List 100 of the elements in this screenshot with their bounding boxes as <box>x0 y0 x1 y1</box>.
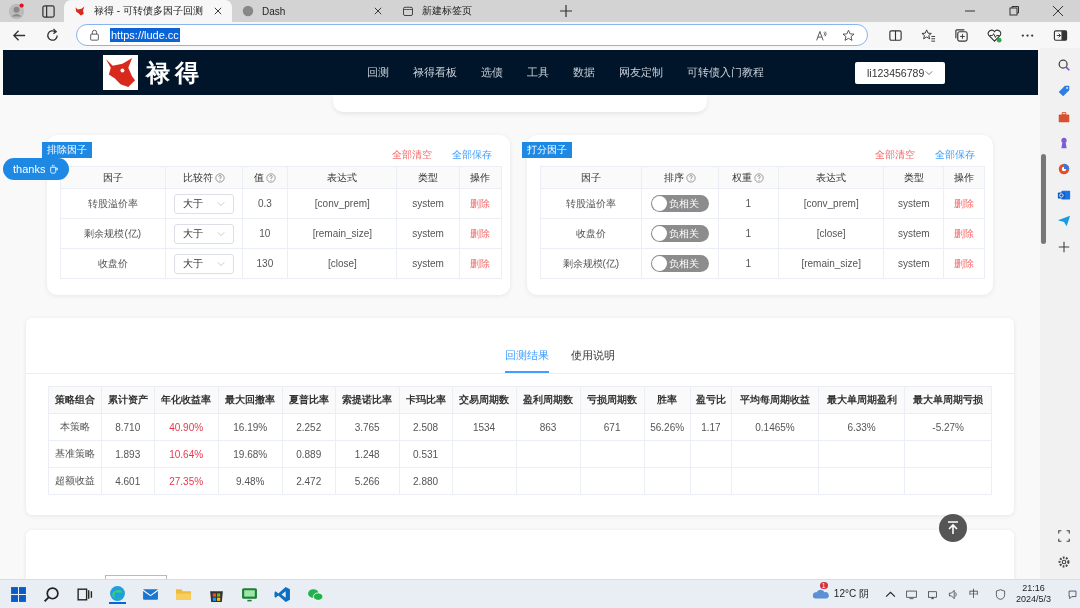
section-tag: 排除因子 <box>42 142 92 158</box>
table-cell: 2.880 <box>399 467 452 495</box>
add-icon[interactable] <box>1057 240 1071 254</box>
settings-icon[interactable] <box>1057 555 1071 569</box>
task-view-icon[interactable] <box>76 585 93 603</box>
collections-icon[interactable] <box>954 27 969 43</box>
user-dropdown[interactable]: li123456789 <box>855 61 945 84</box>
column-header: 类型 <box>883 166 944 189</box>
table-cell: [remain_size] <box>287 218 397 249</box>
nav-link[interactable]: 禄得看板 <box>413 65 457 80</box>
table-cell: 56.26% <box>644 413 691 441</box>
nav-link[interactable]: 可转债入门教程 <box>687 65 764 80</box>
favorite-star-icon[interactable] <box>842 28 855 42</box>
table-cell: 0.889 <box>282 440 336 468</box>
table-cell: system <box>397 248 460 279</box>
column-header: 表达式 <box>287 166 397 189</box>
lock-icon <box>89 29 100 41</box>
table-cell: 10.64% <box>154 440 219 468</box>
favorites-list-icon[interactable] <box>921 27 936 43</box>
tab[interactable]: 使用说明 <box>571 349 615 373</box>
nav-link[interactable]: 数据 <box>573 65 595 80</box>
chevron-down-icon <box>216 230 225 237</box>
table-cell: 1 <box>718 218 779 249</box>
table-cell: 剩余规模(亿) <box>60 218 165 249</box>
table-cell: 2.252 <box>282 413 336 441</box>
nav-link[interactable]: 选债 <box>481 65 503 80</box>
operator-select[interactable]: 大于 <box>173 223 234 244</box>
nav-link[interactable]: 回测 <box>367 65 389 80</box>
table-cell: 3.765 <box>335 413 400 441</box>
operator-select[interactable]: 大于 <box>173 253 234 274</box>
table-cell: [conv_prem] <box>287 188 397 219</box>
notification-icon[interactable] <box>1067 588 1078 600</box>
nav-link[interactable]: 网友定制 <box>619 65 663 80</box>
table-cell: 1 <box>718 188 779 219</box>
restore-icon[interactable] <box>1009 6 1019 16</box>
read-aloud-icon[interactable] <box>815 28 828 42</box>
column-header: 交易周期数 <box>452 386 517 414</box>
monitor-icon[interactable] <box>241 585 258 603</box>
speaker-icon[interactable] <box>947 588 959 600</box>
table-cell: 19.68% <box>218 440 283 468</box>
table-cell: 0.531 <box>399 440 452 468</box>
network-icon[interactable] <box>926 588 938 600</box>
back-to-top-icon[interactable] <box>939 514 967 542</box>
operator-select[interactable]: 大于 <box>173 193 234 214</box>
caret-up-icon[interactable] <box>884 588 896 600</box>
screenshot-icon[interactable] <box>1057 529 1071 543</box>
close-icon[interactable] <box>374 7 382 15</box>
table-cell: 40.90% <box>154 413 219 441</box>
column-header: 因子 <box>540 166 642 189</box>
browser-tab[interactable]: Dash <box>232 0 392 22</box>
table-cell: system <box>883 218 944 249</box>
column-header: 最大单周期盈利 <box>818 386 905 414</box>
table-cell: 转股溢价率 <box>540 188 642 219</box>
bull-logo-icon[interactable] <box>103 55 138 90</box>
start-icon[interactable] <box>10 585 27 603</box>
tab-title: 新建标签页 <box>422 4 473 18</box>
weather-text[interactable]: 12°C 阴 <box>833 587 869 601</box>
column-header: 类型 <box>397 166 460 189</box>
time-text: 21:16 <box>1022 583 1045 594</box>
tab-actions-icon[interactable] <box>41 3 56 19</box>
table-cell: 10 <box>242 218 288 249</box>
table-cell: 2.508 <box>399 413 452 441</box>
table-cell: 9.48% <box>218 467 283 495</box>
tag-icon[interactable] <box>1057 84 1071 98</box>
url-text: https://lude.cc <box>110 28 180 42</box>
shield-icon[interactable] <box>994 588 1006 600</box>
mail-icon[interactable] <box>1057 188 1071 202</box>
clock[interactable]: 21:16 2024/5/3 <box>1015 583 1051 605</box>
table-cell: 863 <box>516 413 581 441</box>
input-method-indicator[interactable]: 中 <box>968 587 979 601</box>
date-text: 2024/5/3 <box>1015 594 1051 605</box>
browser-tab[interactable]: 禄得 - 可转债多因子回测 <box>64 0 232 22</box>
column-header: 表达式 <box>778 166 884 189</box>
profile-icon[interactable] <box>8 2 25 20</box>
address-bar[interactable]: https://lude.cc <box>76 24 868 46</box>
table-cell: 1.17 <box>690 413 732 441</box>
reload-icon[interactable] <box>45 27 60 43</box>
browser-tab[interactable]: 新建标签页 <box>392 0 552 22</box>
send-icon[interactable] <box>1057 214 1071 228</box>
table-cell: 2.472 <box>282 467 336 495</box>
scrollbar-thumb[interactable] <box>1041 154 1046 244</box>
close-icon[interactable] <box>214 7 222 15</box>
brand-name[interactable]: 禄得 <box>146 56 204 89</box>
close-window-icon[interactable] <box>1053 6 1063 16</box>
table-cell: 27.35% <box>154 467 219 495</box>
health-heart-icon[interactable] <box>987 27 1002 43</box>
monitor-icon[interactable] <box>905 588 917 600</box>
code-editor-icon[interactable] <box>274 585 291 603</box>
new-tab-icon[interactable] <box>560 5 572 17</box>
office-icon[interactable] <box>1057 162 1071 176</box>
column-header: 策略组合 <box>48 386 102 414</box>
browser-icon[interactable] <box>109 584 126 604</box>
column-header: 最大单周期亏损 <box>904 386 992 414</box>
thanks-button[interactable]: thanks <box>3 158 70 180</box>
search-icon[interactable] <box>43 585 60 603</box>
toolbox-icon[interactable] <box>1057 110 1071 124</box>
search-icon[interactable] <box>1057 58 1071 72</box>
split-screen-icon[interactable] <box>888 27 903 43</box>
nav-link[interactable]: 工具 <box>527 65 549 80</box>
sidebar-toggle-icon[interactable] <box>1053 27 1068 43</box>
